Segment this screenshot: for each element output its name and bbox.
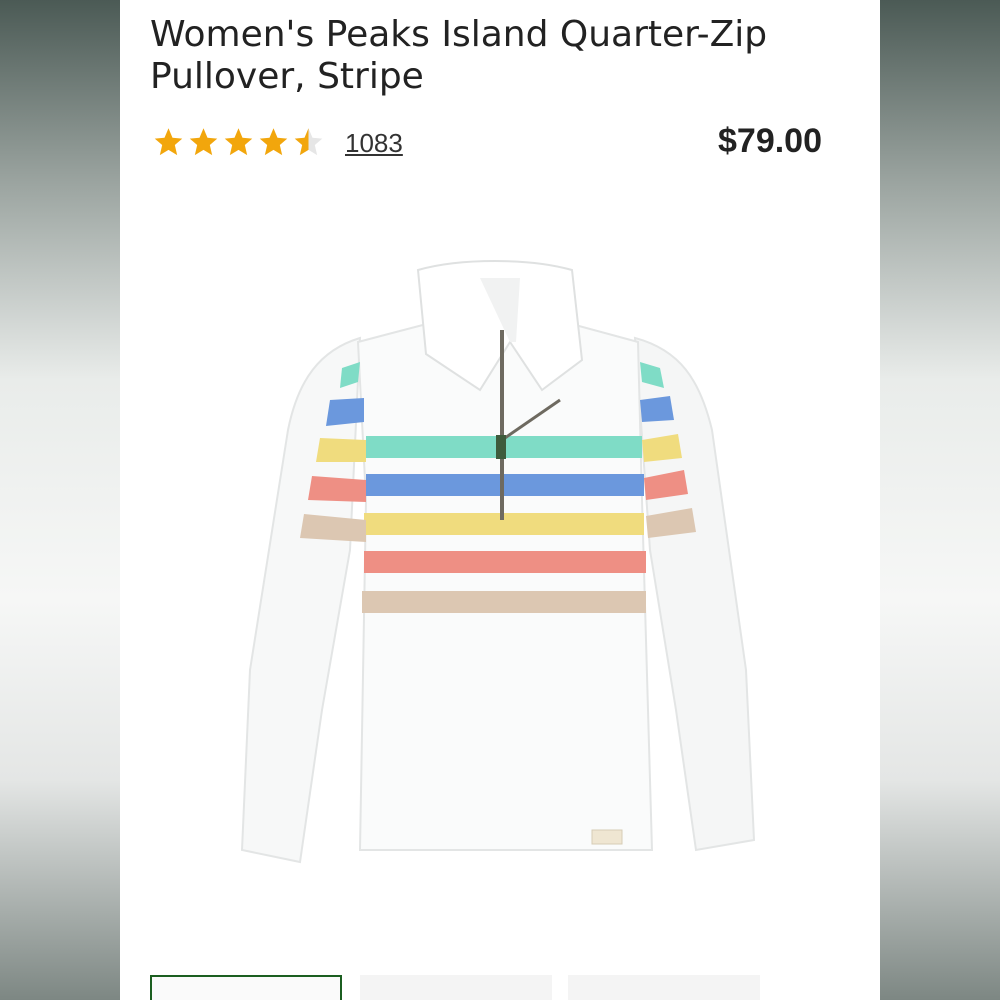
- star-icon: [189, 128, 218, 156]
- product-price: $79.00: [718, 122, 822, 160]
- thumbnail-2[interactable]: [360, 975, 552, 1000]
- thumbnail-3[interactable]: [568, 975, 760, 1000]
- thumbnail-1[interactable]: [150, 975, 342, 1000]
- star-rating[interactable]: [152, 122, 325, 166]
- product-image[interactable]: [180, 250, 820, 900]
- left-background: [0, 0, 120, 1000]
- product-page: Women's Peaks Island Quarter-Zip Pullove…: [120, 0, 880, 1000]
- star-icon: [259, 128, 288, 156]
- product-title: Women's Peaks Island Quarter-Zip Pullove…: [150, 14, 768, 97]
- right-background: [880, 0, 1000, 1000]
- thumbnail-strip: [150, 975, 850, 1000]
- half-star-icon: [294, 128, 323, 156]
- star-icon: [224, 128, 253, 156]
- review-count-link[interactable]: 1083: [345, 128, 403, 159]
- star-icon: [154, 128, 183, 156]
- rating-row: 1083 $79.00: [152, 122, 822, 166]
